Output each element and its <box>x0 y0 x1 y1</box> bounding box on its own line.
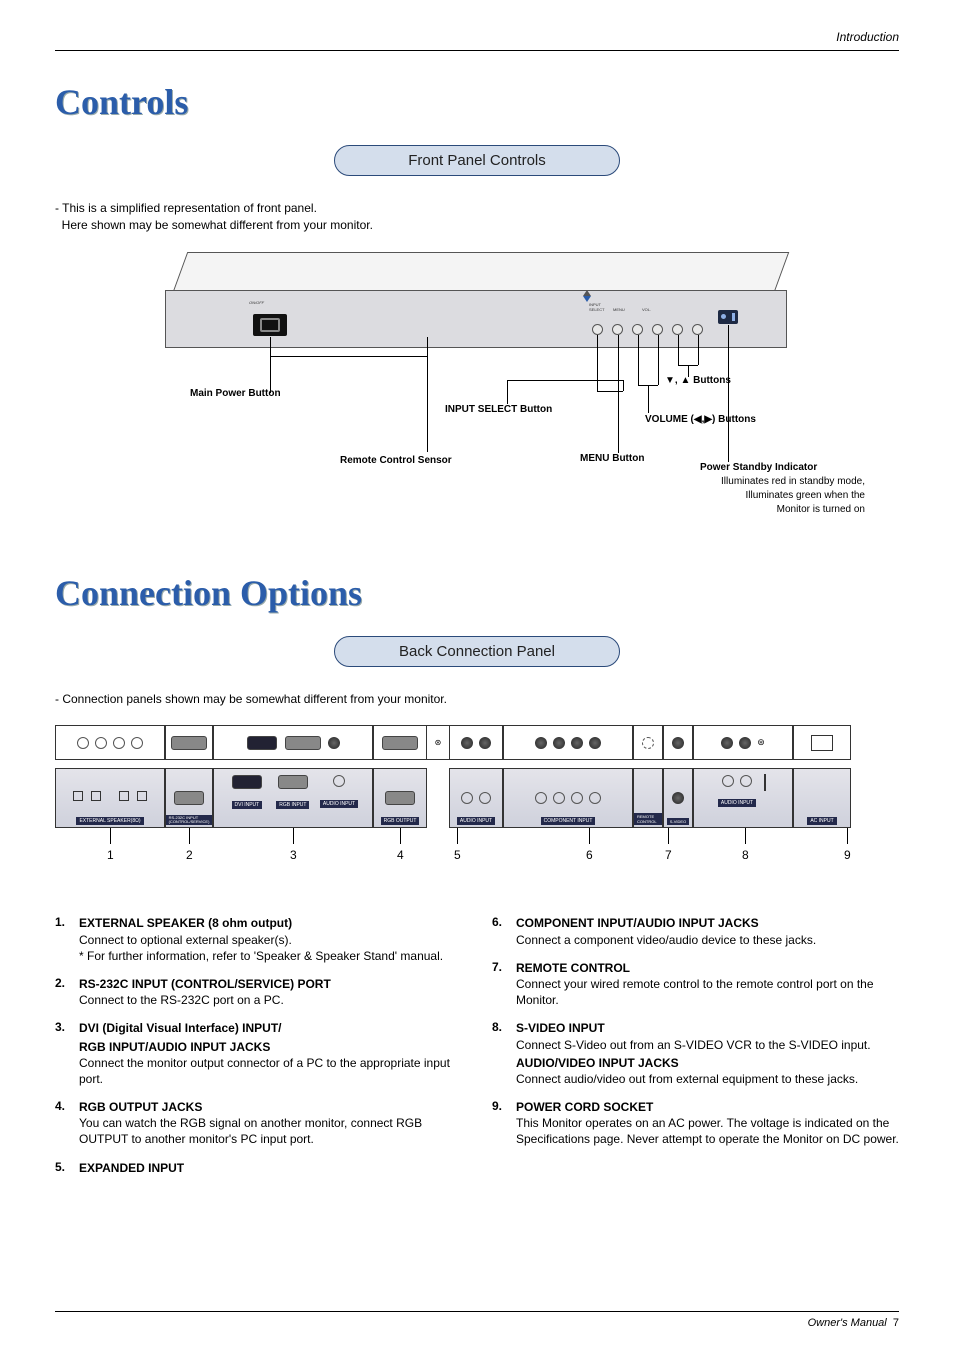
conn-num-9: 9 <box>844 848 851 862</box>
conn-num-8: 8 <box>742 848 749 862</box>
conn-num-4: 4 <box>397 848 404 862</box>
connection-item-6: 6. COMPONENT INPUT/AUDIO INPUT JACKS Con… <box>492 915 899 947</box>
standby-sub1: Illuminates red in standby mode, <box>640 476 865 487</box>
select-tiny: SELECT <box>589 307 605 312</box>
rgb-out-badge: RGB OUTPUT <box>381 817 420 825</box>
audio-in2-badge: AUDIO INPUT <box>457 817 495 825</box>
rs232c-badge: RS-232C INPUT (CONTROL/SERVICE) <box>166 815 213 825</box>
front-panel-buttons <box>592 324 703 335</box>
audio-in3-badge: AUDIO INPUT <box>718 799 756 807</box>
remote-sensor-label: Remote Control Sensor <box>340 455 452 466</box>
leader-line <box>728 325 729 462</box>
connection-list-left: 1. EXTERNAL SPEAKER (8 ohm output) Conne… <box>55 915 462 1187</box>
connection-item-8: 8. S-VIDEO INPUT Connect S-Video out fro… <box>492 1020 899 1087</box>
leader-line <box>270 356 428 357</box>
audio-in1-badge: AUDIO INPUT <box>320 800 358 808</box>
connection-item-3: 3. DVI (Digital Visual Interface) INPUT/… <box>55 1020 462 1087</box>
connection-item-2: 2. RS-232C INPUT (CONTROL/SERVICE) PORT … <box>55 976 462 1008</box>
leader-line <box>597 335 598 391</box>
leader-line <box>678 335 679 365</box>
monitor-top-surface <box>173 252 790 292</box>
controls-note-line1: - This is a simplified representation of… <box>55 201 317 215</box>
fp-button <box>612 324 623 335</box>
leader-line <box>623 380 624 391</box>
leader-line <box>507 380 623 381</box>
leader-line <box>698 335 699 365</box>
page-footer: Owner's Manual 7 <box>55 1311 899 1329</box>
comp-in-badge: COMPONENT INPUT <box>541 817 596 825</box>
conn-num-5: 5 <box>454 848 461 862</box>
fp-button <box>672 324 683 335</box>
vol-tiny: VOL. <box>642 307 651 312</box>
front-panel-figure: ON/OFF INPUT SELECT MENU VOL. Main Power… <box>85 252 869 557</box>
main-power-label: Main Power Button <box>190 388 281 399</box>
menu-label: MENU Button <box>580 453 644 464</box>
header-section: Introduction <box>55 30 899 51</box>
conn-num-3: 3 <box>290 848 297 862</box>
back-panel-pill: Back Connection Panel <box>334 636 620 667</box>
connection-note: - Connection panels shown may be somewha… <box>55 691 899 708</box>
controls-note: - This is a simplified representation of… <box>55 200 899 234</box>
leader-line <box>507 380 508 404</box>
fp-button <box>652 324 663 335</box>
connection-item-9: 9. POWER CORD SOCKET This Monitor operat… <box>492 1099 899 1148</box>
page: Introduction Controls Front Panel Contro… <box>0 0 954 1351</box>
ext-speaker-badge: EXTERNAL SPEAKER(8Ω) <box>76 817 143 825</box>
standby-sub2: Illuminates green when the <box>640 490 865 501</box>
dvi-badge: DVI INPUT <box>232 801 263 809</box>
connection-list: 1. EXTERNAL SPEAKER (8 ohm output) Conne… <box>55 915 899 1187</box>
remote-badge: REMOTE CONTROL <box>634 813 662 825</box>
volume-label: VOLUME (◀,▶) Buttons <box>645 414 756 425</box>
footer-page: 7 <box>893 1317 899 1329</box>
main-power-button-graphic <box>253 314 287 336</box>
back-panel-figure: ⊛ ⊛ EXTERNAL SPEAKER(8Ω) RS-232C INPUT (… <box>55 725 899 905</box>
leader-line <box>618 335 619 453</box>
updown-label: ▼, ▲ Buttons <box>665 375 731 386</box>
leader-line <box>648 385 649 413</box>
onoff-label-tiny: ON/OFF <box>249 300 264 305</box>
connection-numbers: 1 2 3 4 5 6 7 8 9 <box>55 828 899 868</box>
controls-note-line2: Here shown may be somewhat different fro… <box>55 218 373 232</box>
connection-list-right: 6. COMPONENT INPUT/AUDIO INPUT JACKS Con… <box>492 915 899 1187</box>
connection-item-7: 7. REMOTE CONTROL Connect your wired rem… <box>492 960 899 1009</box>
leader-line <box>270 337 271 393</box>
fp-button <box>592 324 603 335</box>
leader-line <box>638 335 639 385</box>
footer-manual: Owner's Manual <box>808 1317 887 1329</box>
standby-indicator-graphic <box>718 310 738 324</box>
leader-line <box>427 337 428 452</box>
connection-item-5: 5. EXPANDED INPUT <box>55 1160 462 1176</box>
fp-button <box>692 324 703 335</box>
conn-num-6: 6 <box>586 848 593 862</box>
front-panel-pill: Front Panel Controls <box>334 145 620 176</box>
leader-line <box>658 335 659 385</box>
rgb-in-badge: RGB INPUT <box>276 801 309 809</box>
menu-tiny: MENU <box>613 307 625 312</box>
connection-item-4: 4. RGB OUTPUT JACKS You can watch the RG… <box>55 1099 462 1148</box>
input-select-label: INPUT SELECT Button <box>445 404 552 415</box>
connection-item-1: 1. EXTERNAL SPEAKER (8 ohm output) Conne… <box>55 915 462 964</box>
conn-num-2: 2 <box>186 848 193 862</box>
controls-title: Controls <box>55 81 899 123</box>
conn-num-1: 1 <box>107 848 114 862</box>
ac-badge: AC INPUT <box>807 817 836 825</box>
standby-sub3: Monitor is turned on <box>640 504 865 515</box>
connection-title: Connection Options <box>55 572 899 614</box>
svideo-badge: S-VIDEO <box>667 818 689 825</box>
conn-num-7: 7 <box>665 848 672 862</box>
leader-line <box>597 391 623 392</box>
fp-button <box>632 324 643 335</box>
standby-label: Power Standby Indicator <box>700 462 817 473</box>
